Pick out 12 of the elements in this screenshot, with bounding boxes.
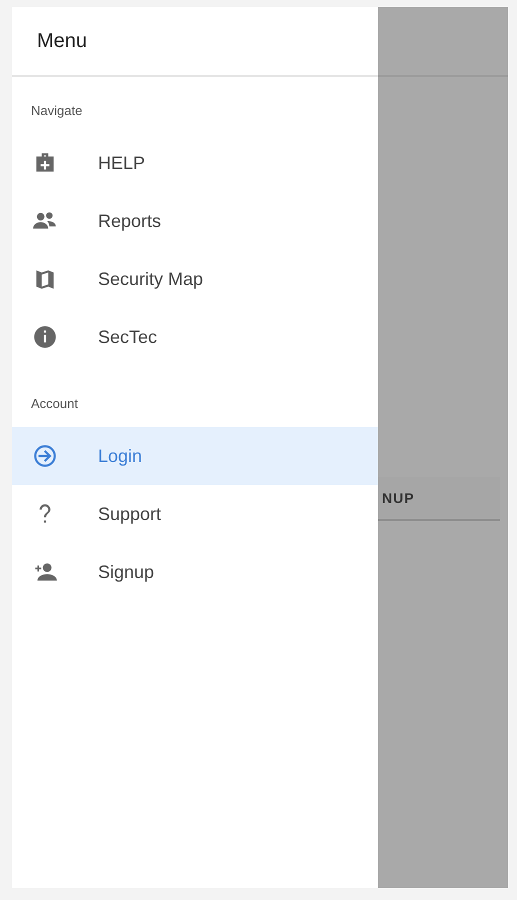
menu-item[interactable]: Security Map [12, 250, 378, 308]
menu-item[interactable]: Signup [12, 543, 378, 601]
menu-item[interactable]: Support [12, 485, 378, 543]
section-heading: Navigate [30, 103, 84, 118]
menu-title: Menu [37, 30, 88, 52]
menu-item[interactable]: SecTec [12, 308, 378, 366]
section-heading: Account [30, 396, 79, 411]
info-icon [32, 324, 58, 350]
menu-item[interactable]: HELP [12, 134, 378, 192]
menu-item[interactable]: Reports [12, 192, 378, 250]
login-icon [32, 443, 58, 469]
menu-item[interactable]: Login [12, 427, 378, 485]
